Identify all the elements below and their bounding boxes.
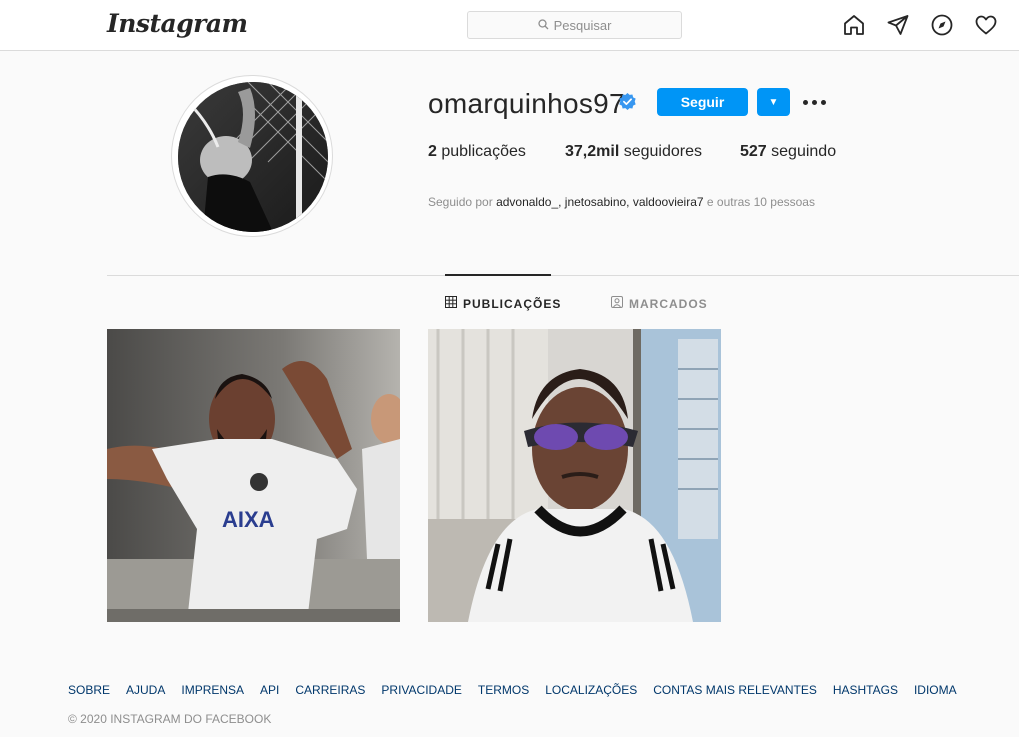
followed-by-prefix: Seguido por bbox=[428, 195, 493, 209]
footer-link-privacidade[interactable]: PRIVACIDADE bbox=[381, 683, 461, 697]
post-thumbnail-1[interactable]: AIXA bbox=[107, 329, 400, 622]
caret-down-icon: ▼ bbox=[768, 96, 779, 108]
tagged-icon bbox=[611, 296, 623, 311]
posts-label: publicações bbox=[441, 143, 526, 160]
suggested-dropdown-button[interactable]: ▼ bbox=[757, 88, 790, 116]
footer-link-termos[interactable]: TERMOS bbox=[478, 683, 529, 697]
footer-links: SOBRE AJUDA IMPRENSA API CARREIRAS PRIVA… bbox=[68, 683, 957, 697]
following-label: seguindo bbox=[771, 143, 837, 160]
search-icon bbox=[537, 18, 549, 33]
footer-link-ajuda[interactable]: AJUDA bbox=[126, 683, 165, 697]
profile-avatar[interactable] bbox=[178, 82, 328, 232]
followers-label: seguidores bbox=[623, 143, 702, 160]
instagram-logo[interactable]: Instagram bbox=[107, 9, 248, 38]
posts-count: 2 bbox=[428, 143, 437, 160]
top-navigation-bar: Instagram Pesquisar bbox=[0, 0, 1019, 51]
footer-link-contas[interactable]: CONTAS MAIS RELEVANTES bbox=[653, 683, 817, 697]
stat-followers[interactable]: 37,2mil seguidores bbox=[565, 143, 702, 161]
verified-badge-icon bbox=[618, 92, 637, 111]
footer-copyright: © 2020 INSTAGRAM DO FACEBOOK bbox=[68, 712, 272, 726]
post-thumbnail-2[interactable] bbox=[428, 329, 721, 622]
svg-text:AIXA: AIXA bbox=[222, 507, 275, 532]
footer-link-api[interactable]: API bbox=[260, 683, 279, 697]
stat-posts[interactable]: 2 publicações bbox=[428, 143, 526, 161]
follow-button[interactable]: Seguir bbox=[657, 88, 748, 116]
direct-icon[interactable] bbox=[886, 13, 910, 37]
footer-link-hashtags[interactable]: HASHTAGS bbox=[833, 683, 898, 697]
footer-link-carreiras[interactable]: CARREIRAS bbox=[295, 683, 365, 697]
followers-count: 37,2mil bbox=[565, 143, 620, 160]
search-placeholder: Pesquisar bbox=[553, 17, 612, 33]
activity-heart-icon[interactable] bbox=[974, 13, 998, 37]
home-icon[interactable] bbox=[842, 13, 866, 37]
following-count: 527 bbox=[740, 143, 767, 160]
footer-link-idioma[interactable]: IDIOMA bbox=[914, 683, 957, 697]
stat-following[interactable]: 527 seguindo bbox=[740, 143, 836, 161]
grid-icon bbox=[445, 296, 457, 311]
more-options-icon[interactable] bbox=[803, 94, 827, 110]
profile-username: omarquinhos97 bbox=[428, 88, 625, 119]
followed-by-names: advonaldo_, jnetosabino, valdoovieira7 bbox=[496, 195, 704, 209]
footer-link-imprensa[interactable]: IMPRENSA bbox=[181, 683, 244, 697]
tab-publicacoes-label: PUBLICAÇÕES bbox=[463, 296, 562, 311]
explore-icon[interactable] bbox=[930, 13, 954, 37]
footer-link-sobre[interactable]: SOBRE bbox=[68, 683, 110, 697]
active-tab-indicator bbox=[445, 274, 551, 276]
footer-link-localizacoes[interactable]: LOCALIZAÇÕES bbox=[545, 683, 637, 697]
tab-marcados[interactable]: MARCADOS bbox=[611, 296, 708, 311]
search-box[interactable]: Pesquisar bbox=[467, 11, 682, 39]
tabs-divider bbox=[107, 275, 1019, 276]
followed-by-line[interactable]: Seguido por advonaldo_, jnetosabino, val… bbox=[428, 195, 815, 209]
nav-icons bbox=[842, 13, 998, 37]
tab-marcados-label: MARCADOS bbox=[629, 296, 708, 311]
tab-publicacoes[interactable]: PUBLICAÇÕES bbox=[445, 296, 561, 311]
followed-by-suffix: e outras 10 pessoas bbox=[706, 195, 815, 209]
